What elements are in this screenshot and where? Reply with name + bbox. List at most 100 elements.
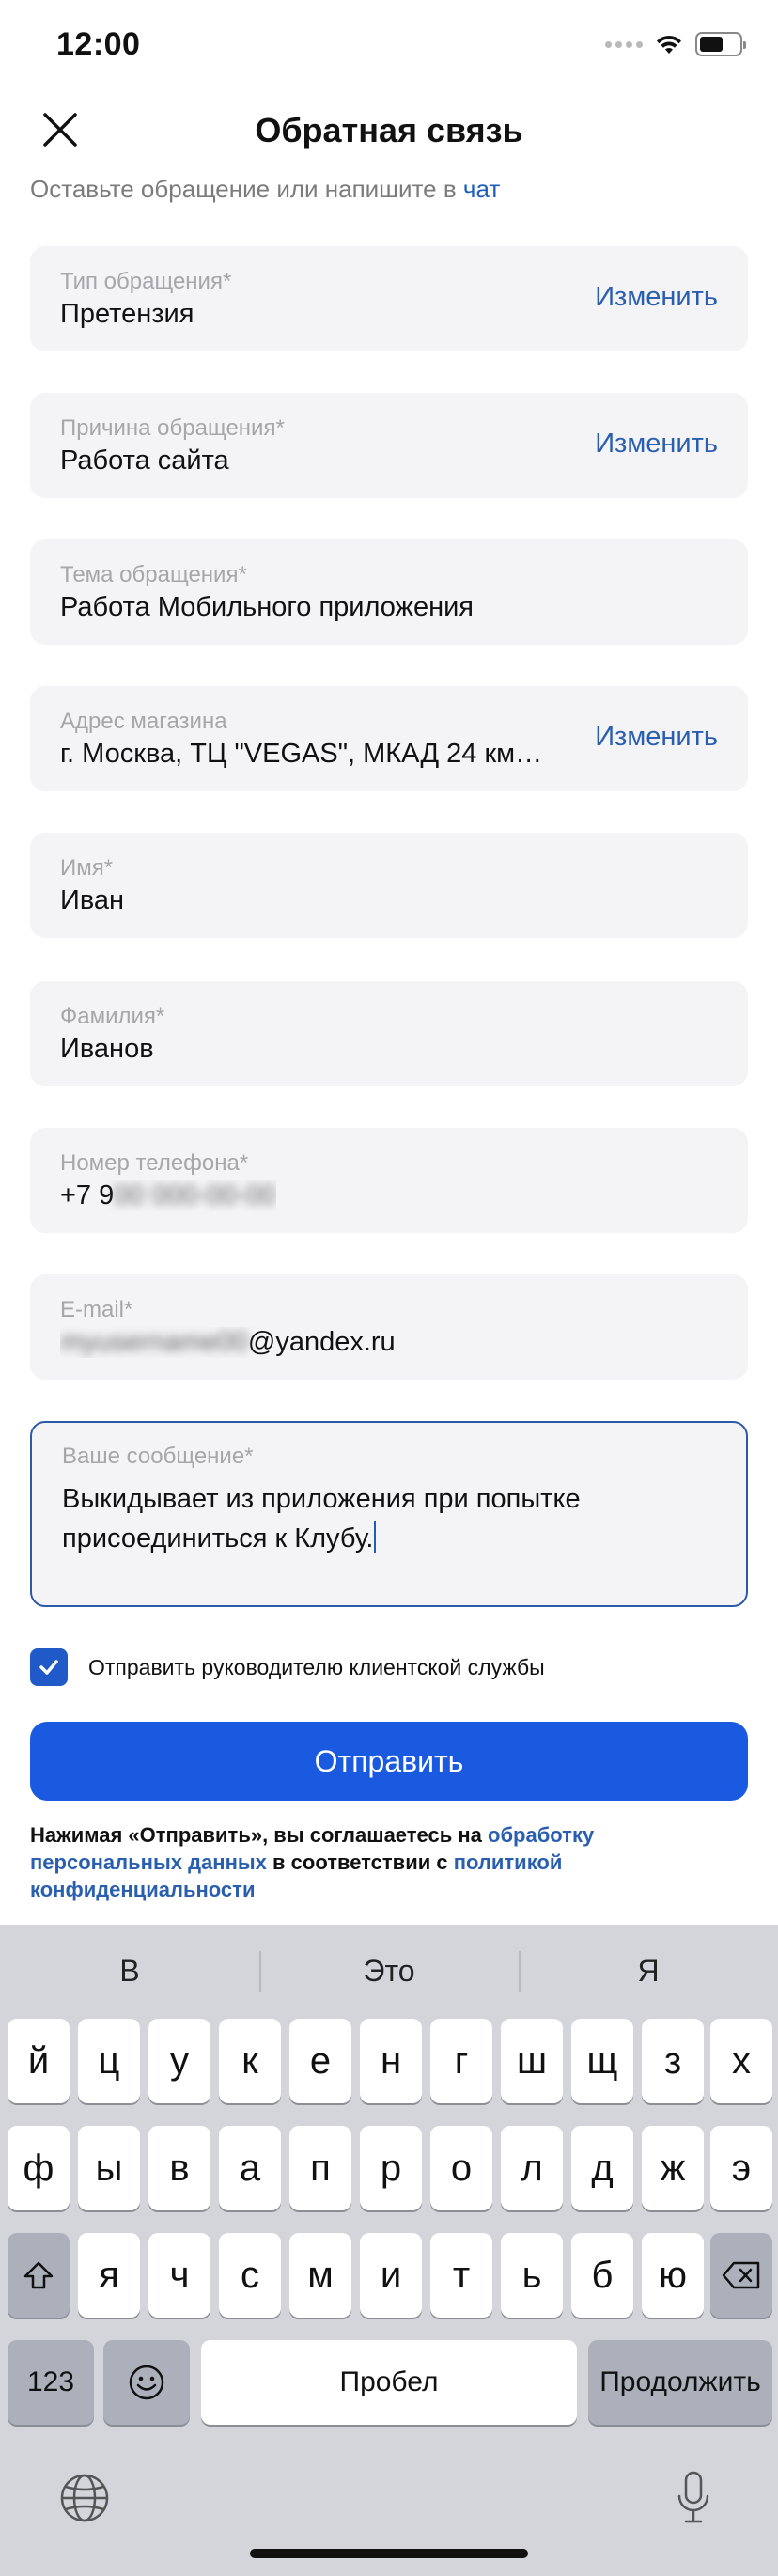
subtitle-text: Оставьте обращение или напишите в	[30, 175, 457, 203]
backspace-key[interactable]	[710, 2233, 772, 2318]
continue-key[interactable]: Продолжить	[588, 2340, 772, 2425]
emoji-icon	[129, 2365, 164, 2400]
field-topic-label: Тема обращения*	[60, 562, 247, 587]
field-topic[interactable]: Тема обращения* Работа Мобильного прилож…	[30, 539, 748, 645]
suggestion-bar: В Это Я	[0, 1925, 778, 2017]
suggestion-2[interactable]: Это	[259, 1925, 519, 2017]
field-store-label: Адрес магазина	[60, 709, 227, 734]
field-first-name-value: Иван	[60, 885, 125, 915]
phone-hidden: 00 000-00-00	[114, 1180, 276, 1210]
key[interactable]: у	[148, 2019, 210, 2103]
keyboard: В Это Я й ц у к е н г ш щ з х ф ы в а п …	[0, 1925, 778, 2576]
status-time: 12:00	[56, 26, 141, 62]
legal-text-1: Нажимая «Отправить», вы соглашаетесь на	[30, 1823, 482, 1847]
page-title: Обратная связь	[255, 111, 523, 149]
key[interactable]: ю	[642, 2233, 704, 2318]
dictation-button[interactable]	[665, 2468, 722, 2528]
key[interactable]: р	[360, 2126, 422, 2210]
key[interactable]: щ	[571, 2019, 633, 2103]
key[interactable]: ж	[642, 2126, 704, 2210]
wifi-icon	[657, 35, 681, 54]
field-phone-value: +7 900 000-00-00	[60, 1180, 276, 1211]
field-last-name[interactable]: Фамилия* Иванов	[30, 981, 748, 1086]
key[interactable]: т	[430, 2233, 492, 2318]
key[interactable]: д	[571, 2126, 633, 2210]
email-visible: @yandex.ru	[247, 1327, 396, 1357]
key[interactable]: п	[289, 2126, 351, 2210]
key[interactable]: а	[219, 2126, 281, 2210]
field-first-name-label: Имя*	[60, 855, 114, 881]
globe-button[interactable]	[56, 2470, 113, 2526]
key[interactable]: ц	[78, 2019, 140, 2103]
shift-key[interactable]	[8, 2233, 70, 2318]
message-text: Выкидывает из приложения при попытке при…	[62, 1484, 581, 1553]
key[interactable]: ы	[78, 2126, 140, 2210]
chat-link[interactable]: чат	[463, 175, 500, 203]
key[interactable]: з	[642, 2019, 704, 2103]
key[interactable]: ш	[501, 2019, 563, 2103]
key[interactable]: н	[360, 2019, 422, 2103]
key[interactable]: м	[289, 2233, 351, 2318]
key[interactable]: ч	[148, 2233, 210, 2318]
status-bar: 12:00	[0, 0, 778, 94]
subtitle: Оставьте обращение или напишите в чат	[30, 175, 500, 204]
email-hidden: myusername00	[60, 1327, 248, 1357]
field-phone-label: Номер телефона*	[60, 1150, 249, 1176]
key[interactable]: в	[148, 2126, 210, 2210]
field-phone[interactable]: Номер телефона* +7 900 000-00-00	[30, 1128, 748, 1233]
key[interactable]: е	[289, 2019, 351, 2103]
notify-manager-row[interactable]: Отправить руководителю клиентской службы	[30, 1648, 545, 1686]
field-store[interactable]: Адрес магазина г. Москва, ТЦ "VEGAS", МК…	[30, 686, 748, 791]
phone-visible: +7 9	[60, 1180, 115, 1210]
field-reason-label: Причина обращения*	[60, 415, 285, 441]
field-reason-value: Работа сайта	[60, 445, 229, 476]
message-field[interactable]: Ваше сообщение* Выкидывает из приложения…	[30, 1421, 748, 1607]
suggestion-1[interactable]: В	[0, 1925, 259, 2017]
change-reason-button[interactable]: Изменить	[595, 429, 718, 460]
key[interactable]: э	[710, 2126, 772, 2210]
key[interactable]: я	[78, 2233, 140, 2318]
key[interactable]: о	[430, 2126, 492, 2210]
field-type[interactable]: Тип обращения* Претензия Изменить	[30, 246, 748, 351]
change-store-button[interactable]: Изменить	[595, 722, 718, 753]
change-type-button[interactable]: Изменить	[595, 282, 718, 313]
backspace-icon	[722, 2261, 760, 2289]
key[interactable]: л	[501, 2126, 563, 2210]
key[interactable]: ф	[8, 2126, 70, 2210]
field-type-value: Претензия	[60, 299, 194, 329]
key[interactable]: с	[219, 2233, 281, 2318]
field-last-name-value: Иванов	[60, 1034, 154, 1064]
notify-manager-label: Отправить руководителю клиентской службы	[88, 1654, 545, 1679]
key[interactable]: й	[8, 2019, 70, 2103]
legal-notice: Нажимая «Отправить», вы соглашаетесь на …	[30, 1821, 748, 1903]
shift-icon	[23, 2261, 54, 2289]
key[interactable]: х	[710, 2019, 772, 2103]
microphone-icon	[677, 2471, 709, 2523]
battery-icon	[695, 32, 746, 56]
home-indicator	[250, 2549, 528, 2558]
field-email-label: E-mail*	[60, 1297, 133, 1322]
cellular-signal-icon	[605, 40, 643, 48]
legal-text-2: в соответствии с	[272, 1850, 448, 1874]
field-last-name-label: Фамилия*	[60, 1004, 165, 1029]
status-indicators	[605, 32, 746, 56]
field-email[interactable]: E-mail* myusername00@yandex.ru	[30, 1274, 748, 1380]
globe-icon	[60, 2474, 109, 2522]
numbers-key[interactable]: 123	[8, 2340, 94, 2425]
emoji-key[interactable]	[103, 2340, 190, 2425]
field-type-label: Тип обращения*	[60, 269, 232, 294]
suggestion-3[interactable]: Я	[519, 1925, 778, 2017]
field-first-name[interactable]: Имя* Иван	[30, 833, 748, 938]
key[interactable]: и	[360, 2233, 422, 2318]
notify-manager-checkbox[interactable]	[30, 1648, 68, 1686]
text-caret	[374, 1521, 377, 1553]
field-reason[interactable]: Причина обращения* Работа сайта Изменить	[30, 393, 748, 498]
key[interactable]: ь	[501, 2233, 563, 2318]
field-email-value: myusername00@yandex.ru	[60, 1327, 396, 1358]
header: Обратная связь	[0, 94, 778, 169]
submit-button[interactable]: Отправить	[30, 1722, 748, 1801]
space-key[interactable]: Пробел	[201, 2340, 577, 2425]
key[interactable]: г	[430, 2019, 492, 2103]
key[interactable]: б	[571, 2233, 633, 2318]
key[interactable]: к	[219, 2019, 281, 2103]
